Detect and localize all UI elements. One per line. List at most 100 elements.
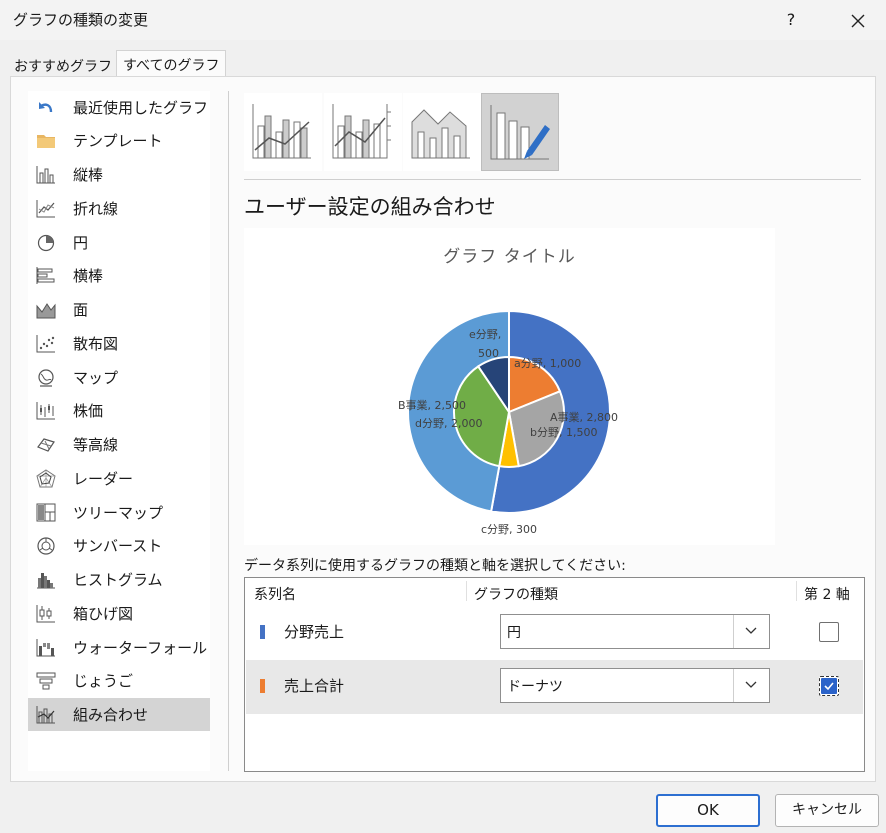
category-area[interactable]: 面 xyxy=(28,293,210,326)
map-chart-icon xyxy=(38,369,54,387)
data-label-c-field: c分野, 300 xyxy=(481,523,538,536)
category-treemap[interactable]: ツリーマップ xyxy=(28,496,210,529)
category-label: 等高線 xyxy=(73,436,119,454)
ok-button[interactable]: OK xyxy=(656,794,760,827)
category-label: 面 xyxy=(73,301,89,319)
tab-recommended[interactable]: おすすめグラフ xyxy=(10,53,116,76)
subtype-custom-combination[interactable] xyxy=(481,93,559,171)
dropdown-button[interactable] xyxy=(733,669,769,702)
category-radar[interactable]: レーダー xyxy=(28,462,210,495)
category-boxwhisker[interactable]: 箱ひげ図 xyxy=(28,597,210,630)
secondary-axis-checkbox[interactable] xyxy=(819,676,839,696)
help-button[interactable]: ? xyxy=(774,6,808,34)
tab-bar: おすすめグラフ すべてのグラフ xyxy=(10,50,876,77)
category-label: 縦棒 xyxy=(73,166,104,184)
data-label-e-field: e分野, xyxy=(469,328,502,341)
treemap-icon xyxy=(36,503,56,522)
category-surface[interactable]: 等高線 xyxy=(28,428,210,461)
category-pie[interactable]: 円 xyxy=(28,226,210,259)
pie-doughnut-chart xyxy=(407,309,611,514)
clustered-column-line-secondary-icon xyxy=(332,104,391,159)
undo-icon xyxy=(39,102,53,113)
chevron-down-icon xyxy=(745,627,757,634)
divider xyxy=(228,91,229,771)
section-title: ユーザー設定の組み合わせ xyxy=(244,195,496,219)
column-header-series-name: 系列名 xyxy=(254,587,296,603)
category-column[interactable]: 縦棒 xyxy=(28,158,210,191)
tab-all-charts[interactable]: すべてのグラフ xyxy=(116,50,227,77)
divider xyxy=(466,581,467,601)
category-label: 横棒 xyxy=(73,267,104,285)
series-grid: 系列名 グラフの種類 第 2 軸 分野売上 円 売上合計 ドーナツ xyxy=(244,577,865,772)
radar-chart-icon xyxy=(36,469,56,488)
sunburst-icon xyxy=(37,537,55,555)
category-label: 株価 xyxy=(73,402,104,420)
category-label: 散布図 xyxy=(73,335,119,353)
category-label: ツリーマップ xyxy=(73,504,164,522)
subtype-clustered-column-line[interactable] xyxy=(244,93,322,171)
category-templates[interactable]: テンプレート xyxy=(28,124,210,157)
funnel-icon xyxy=(36,672,56,690)
dropdown-button[interactable] xyxy=(733,615,769,648)
window-title: グラフの種類の変更 xyxy=(13,11,149,29)
chart-type-value: ドーナツ xyxy=(507,679,563,695)
category-bar[interactable]: 横棒 xyxy=(28,259,210,292)
data-label-b-business: B事業, 2,500 xyxy=(398,399,467,412)
data-label-a-field: a分野, 1,000 xyxy=(514,357,582,370)
chart-preview: グラフ タイトル e分野, 500 a分野, 1,000 A事業, 2,800 … xyxy=(244,228,775,545)
data-label-b-field: b分野, 1,500 xyxy=(530,426,598,439)
data-label-e-value: 500 xyxy=(478,347,499,360)
stock-chart-icon xyxy=(36,402,55,420)
category-label: マップ xyxy=(73,369,119,387)
checkmark-icon xyxy=(824,682,834,691)
folder-icon xyxy=(37,135,55,148)
line-chart-icon xyxy=(36,200,55,218)
category-line[interactable]: 折れ線 xyxy=(28,192,210,225)
pie-chart-icon xyxy=(37,234,55,252)
chart-type-select[interactable]: 円 xyxy=(500,614,770,649)
chart-type-value: 円 xyxy=(507,625,521,641)
close-button[interactable] xyxy=(838,6,878,34)
series-row: 売上合計 ドーナツ xyxy=(246,660,863,714)
title-bar: グラフの種類の変更 ? xyxy=(0,0,886,40)
secondary-axis-checkbox[interactable] xyxy=(819,622,839,642)
box-whisker-icon xyxy=(36,605,55,623)
chart-category-list: 最近使用したグラフ テンプレート 縦棒 折れ線 円 横棒 面 散布図 マップ 株… xyxy=(28,91,210,771)
surface-chart-icon xyxy=(37,438,55,452)
category-scatter[interactable]: 散布図 xyxy=(28,327,210,360)
category-label: テンプレート xyxy=(73,132,163,150)
subtype-stacked-area-clustered-column[interactable] xyxy=(403,93,481,171)
custom-combo-icon xyxy=(490,105,550,160)
category-funnel[interactable]: じょうご xyxy=(28,664,210,697)
area-chart-icon xyxy=(36,303,56,319)
category-label: 最近使用したグラフ xyxy=(73,99,209,117)
chevron-down-icon xyxy=(745,681,757,688)
column-header-chart-type: グラフの種類 xyxy=(474,587,558,603)
category-waterfall[interactable]: ウォーターフォール xyxy=(28,631,210,664)
clustered-column-line-icon xyxy=(252,104,311,159)
category-label: 円 xyxy=(73,234,89,252)
category-sunburst[interactable]: サンバースト xyxy=(28,529,210,562)
divider xyxy=(244,179,861,180)
category-label: レーダー xyxy=(73,470,134,488)
series-name: 売上合計 xyxy=(284,677,345,695)
category-histogram[interactable]: ヒストグラム xyxy=(28,563,210,596)
histogram-icon xyxy=(37,573,55,589)
bar-chart-icon xyxy=(36,267,55,284)
category-label: ヒストグラム xyxy=(73,571,163,589)
category-map[interactable]: マップ xyxy=(28,361,210,394)
chart-type-select[interactable]: ドーナツ xyxy=(500,668,770,703)
subtype-clustered-column-line-secondary[interactable] xyxy=(324,93,402,171)
category-label: 箱ひげ図 xyxy=(73,605,134,623)
waterfall-icon xyxy=(36,639,55,657)
category-recent[interactable]: 最近使用したグラフ xyxy=(28,91,210,124)
category-stock[interactable]: 株価 xyxy=(28,394,210,427)
series-instruction: データ系列に使用するグラフの種類と軸を選択してください: xyxy=(244,558,626,574)
scatter-chart-icon xyxy=(36,335,55,353)
category-label: サンバースト xyxy=(73,537,163,555)
data-label-d-field: d分野, 2,000 xyxy=(415,417,483,430)
divider xyxy=(796,581,797,601)
category-combo[interactable]: 組み合わせ xyxy=(28,698,210,731)
stacked-area-column-icon xyxy=(411,109,470,159)
cancel-button[interactable]: キャンセル xyxy=(775,794,879,827)
